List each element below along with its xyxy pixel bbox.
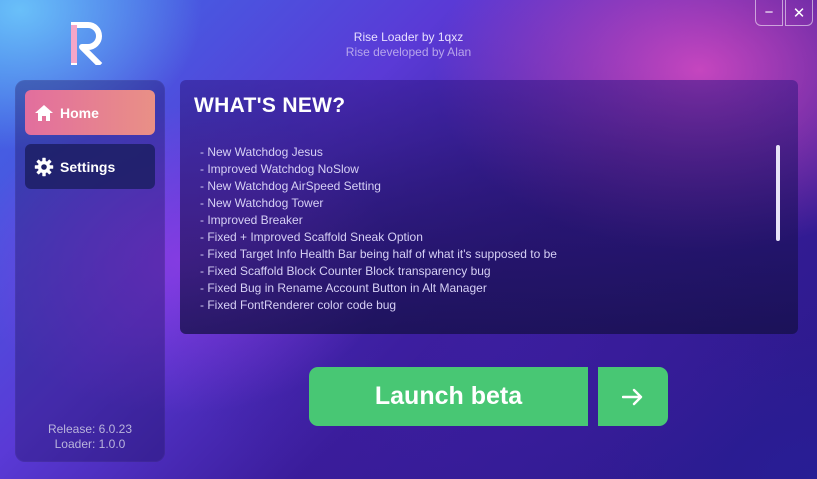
close-icon: ✕: [792, 4, 806, 22]
scrollbar[interactable]: [776, 145, 780, 241]
app-title: Rise Loader by 1qxz: [353, 30, 464, 44]
minimize-button[interactable]: −: [755, 0, 783, 26]
changelog-list: - New Watchdog Jesus - Improved Watchdog…: [200, 144, 557, 314]
loader-version: Loader: 1.0.0: [54, 437, 126, 451]
list-item: - Fixed + Improved Scaffold Sneak Option: [200, 230, 423, 244]
list-item: - Fixed Bug in Rename Account Button in …: [200, 281, 487, 295]
list-item: - New Watchdog AirSpeed Setting: [200, 179, 381, 193]
sidebar-item-label: Settings: [60, 158, 116, 175]
close-button[interactable]: ✕: [785, 0, 813, 26]
version-info: Release: 6.0.23 Loader: 1.0.0: [15, 422, 165, 452]
list-item: - Improved Watchdog NoSlow: [200, 162, 359, 176]
home-icon: [35, 104, 53, 121]
whats-new-title: WHAT'S NEW?: [194, 94, 346, 117]
list-item: - New Watchdog Jesus: [200, 145, 323, 159]
gear-icon: [34, 157, 54, 176]
sidebar: Home Settings Release: 6.0.23 Loader: 1.…: [15, 80, 165, 462]
app-subtitle: Rise developed by Alan: [345, 45, 472, 59]
whats-new-panel: WHAT'S NEW? - New Watchdog Jesus - Impro…: [180, 80, 798, 334]
list-item: - Fixed Target Info Health Bar being hal…: [200, 247, 557, 261]
launch-beta-button[interactable]: Launch beta: [309, 367, 588, 426]
arrow-right-icon: [622, 388, 643, 405]
sidebar-item-label: Home: [60, 104, 99, 121]
list-item: - Improved Breaker: [200, 213, 303, 227]
launch-label: Launch beta: [374, 382, 523, 410]
sidebar-item-settings[interactable]: Settings: [25, 144, 155, 189]
sidebar-item-home[interactable]: Home: [25, 90, 155, 135]
app-header: Rise Loader by 1qxz Rise developed by Al…: [0, 30, 817, 60]
list-item: - Fixed FontRenderer color code bug: [200, 298, 397, 312]
release-version: Release: 6.0.23: [47, 422, 133, 436]
list-item: - Fixed Scaffold Block Counter Block tra…: [200, 264, 491, 278]
list-item: - New Watchdog Tower: [200, 196, 324, 210]
minimize-icon: −: [764, 4, 774, 21]
launch-arrow-button[interactable]: [598, 367, 668, 426]
window-controls: − ✕: [755, 0, 813, 26]
